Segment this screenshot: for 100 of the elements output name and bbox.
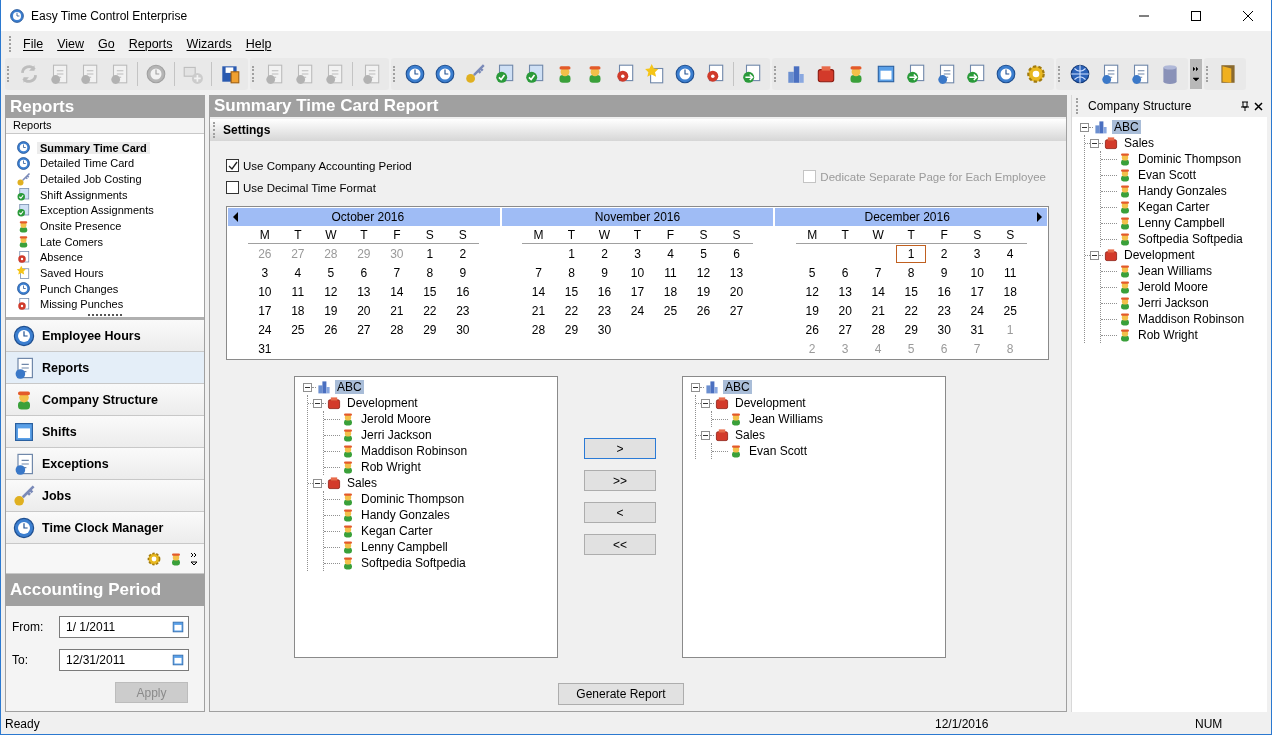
calendar-day[interactable]: 29 [414, 320, 445, 339]
tree-item[interactable]: Dominic Thompson [1136, 152, 1244, 166]
calendar-day[interactable]: 4 [282, 263, 313, 282]
tree-item[interactable]: Sales [345, 476, 380, 490]
tree-item[interactable]: Jean Williams [747, 412, 825, 426]
calendar-day[interactable]: 8 [896, 263, 927, 282]
report-list-item[interactable]: Late Comers [37, 235, 106, 248]
tree-item[interactable]: ABC [1112, 120, 1141, 134]
tree-item[interactable]: Jerri Jackson [1136, 296, 1211, 310]
calendar-day[interactable]: 18 [655, 282, 686, 301]
tree-item[interactable]: Maddison Robinson [1136, 312, 1247, 326]
calendar-day[interactable]: 20 [348, 301, 379, 320]
report-list-item[interactable]: Onsite Presence [37, 220, 125, 232]
calendar-day[interactable]: 1 [896, 244, 927, 263]
calendar-day[interactable]: 28 [863, 320, 894, 339]
calendar-day[interactable]: 25 [655, 301, 686, 320]
calendar-day[interactable]: 12 [797, 282, 828, 301]
calendar-day[interactable]: 29 [556, 320, 587, 339]
calendar-day[interactable]: 4 [655, 244, 686, 263]
calendar-day[interactable]: 28 [523, 320, 554, 339]
calendar-day[interactable]: 2 [929, 244, 960, 263]
collapse-toggle[interactable] [313, 478, 322, 488]
calendar-day[interactable]: 27 [348, 320, 379, 339]
calendar-day[interactable]: 30 [589, 320, 620, 339]
calendar-day[interactable]: 17 [622, 282, 653, 301]
transfer-button[interactable]: >> [584, 470, 656, 491]
tree-item[interactable]: Kegan Carter [359, 524, 435, 538]
calendar-day[interactable]: 6 [348, 263, 379, 282]
collapse-toggle[interactable] [1090, 138, 1099, 148]
nav-button[interactable]: Reports [6, 352, 204, 384]
calendar-day[interactable]: 3 [249, 263, 280, 282]
calendar-day[interactable]: 6 [721, 244, 752, 263]
calendar-day[interactable]: 13 [721, 263, 752, 282]
date-field[interactable]: 1/ 1/2011 [59, 616, 189, 638]
calendar-day[interactable]: 13 [348, 282, 379, 301]
calendar-day[interactable]: 28 [381, 320, 412, 339]
tree-item[interactable]: Development [1122, 248, 1197, 262]
next-month-button[interactable] [1035, 212, 1043, 222]
calendar-day[interactable]: 16 [929, 282, 960, 301]
calendar-day[interactable]: 20 [721, 282, 752, 301]
menu-item[interactable]: Reports [121, 34, 180, 53]
transfer-button[interactable]: < [584, 502, 656, 523]
calendar-day[interactable]: 19 [688, 282, 719, 301]
calendar-day[interactable]: 9 [447, 263, 478, 282]
toolbar-overflow-button[interactable] [1190, 59, 1202, 89]
report-list-item[interactable]: Punch Changes [37, 282, 122, 295]
tree-item[interactable]: Development [345, 396, 420, 410]
collapse-toggle[interactable] [313, 398, 322, 408]
date-field[interactable]: 12/31/2011 [59, 649, 189, 671]
calendar-day[interactable]: 21 [863, 301, 894, 320]
calendar-day[interactable]: 31 [962, 320, 993, 339]
tree-item[interactable]: Lenny Campbell [1136, 216, 1227, 230]
calendar-day[interactable]: 7 [863, 263, 894, 282]
calendar-day[interactable]: 10 [962, 263, 993, 282]
calendar-day[interactable]: 1 [414, 244, 445, 263]
calendar-day[interactable]: 22 [556, 301, 587, 320]
calendar-day[interactable]: 27 [721, 301, 752, 320]
calendar-day[interactable]: 29 [896, 320, 927, 339]
calendar-day[interactable]: 30 [929, 320, 960, 339]
calendar-day[interactable]: 17 [249, 301, 280, 320]
menu-item[interactable]: Help [238, 34, 279, 53]
tree-item[interactable]: Maddison Robinson [359, 444, 470, 458]
report-list-item[interactable]: Summary Time Card [37, 141, 150, 154]
tree-item[interactable]: Rob Wright [359, 460, 423, 474]
calendar-day[interactable]: 2 [447, 244, 478, 263]
tree-item[interactable]: Sales [733, 428, 768, 442]
calendar-day[interactable]: 26 [688, 301, 719, 320]
transfer-button[interactable]: << [584, 534, 656, 555]
calendar-day[interactable]: 7 [523, 263, 554, 282]
report-list-item[interactable]: Missing Punches [37, 298, 127, 311]
menu-item[interactable]: Go [91, 34, 122, 53]
tree-item[interactable]: Jerri Jackson [359, 428, 434, 442]
calendar-day[interactable]: 14 [863, 282, 894, 301]
calendar-day[interactable]: 1 [556, 244, 587, 263]
calendar-day[interactable]: 30 [447, 320, 478, 339]
tree-item[interactable]: Handy Gonzales [1136, 184, 1229, 198]
splitter-grip[interactable] [88, 314, 122, 318]
close-icon[interactable] [1254, 101, 1263, 111]
calendar-day[interactable]: 14 [523, 282, 554, 301]
menu-item[interactable]: File [16, 34, 51, 53]
calendar-day[interactable]: 11 [282, 282, 313, 301]
calendar-day[interactable]: 4 [995, 244, 1026, 263]
collapse-toggle[interactable] [691, 382, 700, 392]
calendar-day[interactable]: 24 [249, 320, 280, 339]
calendar-day[interactable]: 9 [929, 263, 960, 282]
tree-item[interactable]: ABC [723, 380, 752, 394]
calendar-day[interactable]: 18 [282, 301, 313, 320]
previous-month-button[interactable] [232, 212, 240, 222]
calendar-day[interactable]: 11 [995, 263, 1026, 282]
collapse-toggle[interactable] [303, 382, 312, 392]
tree-item[interactable]: Jerold Moore [359, 412, 434, 426]
checkbox[interactable] [226, 159, 239, 172]
report-list-item[interactable]: Saved Hours [37, 266, 107, 279]
calendar-day[interactable]: 24 [962, 301, 993, 320]
tree-item[interactable]: Jean Williams [1136, 264, 1214, 278]
calendar-day[interactable]: 5 [688, 244, 719, 263]
calendar-day[interactable]: 7 [381, 263, 412, 282]
tree-item[interactable]: Softpedia Softpedia [359, 556, 468, 570]
collapse-toggle[interactable] [701, 398, 710, 408]
calendar-day[interactable]: 21 [523, 301, 554, 320]
